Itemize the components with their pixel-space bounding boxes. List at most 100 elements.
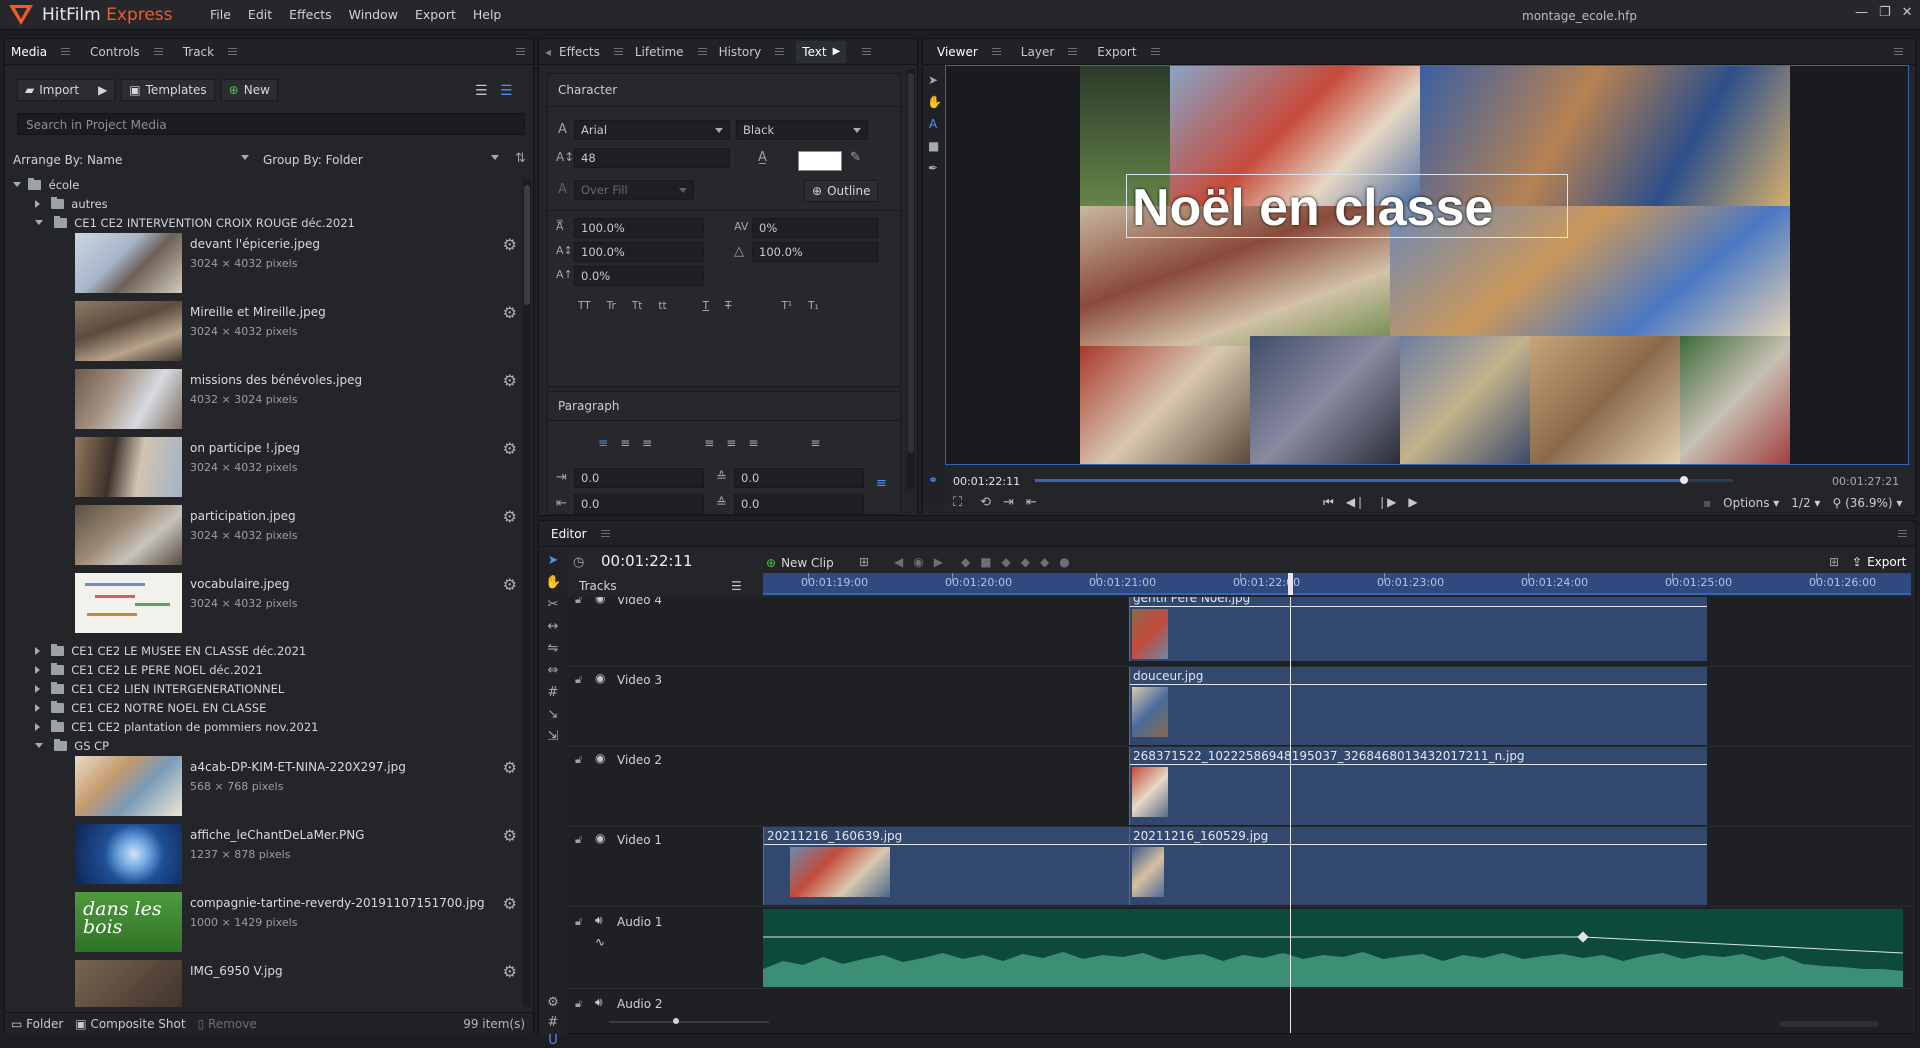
tracks-menu-icon[interactable]: ☰	[731, 579, 742, 593]
fullscreen-icon[interactable]: ⛶	[953, 495, 962, 510]
tab-controls[interactable]: Controls	[90, 45, 163, 59]
expand-icon[interactable]	[35, 703, 40, 712]
templates-button[interactable]: ▣ Templates	[121, 79, 215, 101]
viewer-canvas[interactable]: Noël en classe	[945, 65, 1909, 465]
menu-icon[interactable]	[600, 530, 610, 537]
title-case-button[interactable]: Tr	[607, 300, 616, 312]
keyframe-linear-icon[interactable]: ◆	[1002, 555, 1011, 569]
tab-editor[interactable]: Editor	[551, 527, 610, 541]
media-item[interactable]: dans les bois compagnie-tartine-reverdy-…	[75, 892, 517, 954]
play-icon[interactable]: ▶	[1408, 495, 1417, 510]
tab-text[interactable]: Text ▶	[796, 40, 847, 63]
folder-musee[interactable]: CE1 CE2 LE MUSEE EN CLASSE déc.2021	[35, 641, 306, 660]
tab-scroll-right-icon[interactable]: ▶	[833, 46, 841, 57]
hand-tool-icon[interactable]: ✋	[545, 575, 561, 590]
align-left-icon[interactable]: ≡	[598, 436, 608, 450]
import-button[interactable]: ▰ Import ▶	[17, 79, 116, 101]
underline-icon[interactable]: T	[703, 300, 709, 312]
clip[interactable]: 20211216_160529.jpg	[1129, 827, 1707, 905]
add-keyframe-icon[interactable]: ◉	[913, 555, 923, 569]
volume-envelope-icon[interactable]: ∿	[595, 935, 605, 949]
folder-lien[interactable]: CE1 CE2 LIEN INTERGENERATIONNEL	[35, 679, 284, 698]
gear-icon[interactable]: ⚙	[503, 439, 517, 458]
menu-file[interactable]: File	[210, 7, 231, 22]
pen-tool-icon[interactable]: ✒	[928, 161, 938, 175]
rate-stretch-icon[interactable]: ↘	[545, 707, 561, 722]
folder-pere-noel[interactable]: CE1 CE2 LE PERE NOEL déc.2021	[35, 660, 263, 679]
gear-icon[interactable]: ⚙	[503, 235, 517, 254]
menu-icon[interactable]	[61, 48, 71, 55]
indent-right-field[interactable]: 0.0	[574, 494, 704, 514]
horizontal-scale-field[interactable]: 100.0%	[574, 218, 704, 238]
in-point-icon[interactable]: ⇥	[1003, 495, 1014, 510]
justify-center-icon[interactable]: ≡	[726, 436, 736, 450]
lock-icon[interactable]: 🔓︎	[575, 673, 582, 687]
slide-tool-icon[interactable]: ⇋	[545, 641, 561, 656]
eye-icon[interactable]: ◉	[595, 751, 605, 765]
prev-keyframe-icon[interactable]: ◀	[894, 555, 903, 569]
menu-icon[interactable]	[697, 48, 707, 55]
tracking-field[interactable]: 0%	[752, 218, 878, 238]
go-to-start-icon[interactable]: ⏮	[1323, 495, 1334, 510]
export-button[interactable]: ⇪ Export	[1845, 552, 1913, 572]
expand-icon[interactable]	[35, 665, 40, 674]
search-input[interactable]: Search in Project Media	[17, 113, 525, 135]
media-item[interactable]: vocabulaire.jpeg 3024 × 4032 pixels ⚙	[75, 573, 517, 635]
all-caps-button[interactable]: TT	[578, 300, 591, 312]
title-overlay-text[interactable]: Noël en classe	[1132, 180, 1493, 236]
gear-icon[interactable]: ⚙	[503, 575, 517, 594]
align-center-icon[interactable]: ≡	[620, 436, 630, 450]
audio-clip[interactable]	[763, 909, 1903, 987]
new-clip-button[interactable]: ⊕ New Clip	[759, 553, 841, 573]
gear-icon[interactable]: ⚙	[503, 894, 517, 913]
fill-color-swatch[interactable]	[798, 151, 842, 171]
arrange-by-select[interactable]: Arrange By: Name	[13, 153, 253, 167]
media-item[interactable]: a4cab-DP-KIM-ET-NINA-220X297.jpg 568 × 7…	[75, 756, 517, 818]
panel-menu-icon[interactable]	[1894, 48, 1903, 55]
ripple-tool-icon[interactable]: ⇔	[545, 663, 561, 678]
keyframe-ease-icon[interactable]: ●	[1059, 555, 1069, 569]
panel-menu-icon[interactable]	[862, 48, 872, 55]
tab-export-viewer[interactable]: Export	[1097, 45, 1160, 59]
composite-shot-button[interactable]: ▣ Composite Shot	[75, 1017, 185, 1031]
fill-mode-select[interactable]: Over Fill	[574, 180, 694, 200]
list-view-icon[interactable]: ☰	[475, 83, 488, 99]
media-item[interactable]: IMG_6950 V.jpg ⚙	[75, 960, 517, 1007]
resolution-dropdown[interactable]: 1/2 ▾	[1791, 496, 1820, 510]
new-folder-button[interactable]: ▭ Folder	[11, 1017, 63, 1031]
folder-croix-rouge[interactable]: CE1 CE2 INTERVENTION CROIX ROUGE déc.202…	[35, 213, 355, 232]
lowercase-button[interactable]: tt	[658, 300, 666, 312]
media-item[interactable]: missions des bénévoles.jpeg 4032 × 3024 …	[75, 369, 517, 431]
media-item[interactable]: affiche_leChantDeLaMer.PNG 1237 × 878 pi…	[75, 824, 517, 886]
menu-export[interactable]: Export	[415, 7, 456, 22]
tab-track[interactable]: Track	[183, 45, 238, 59]
menu-effects[interactable]: Effects	[289, 7, 332, 22]
rectangle-tool-icon[interactable]: ■	[928, 139, 939, 153]
tab-media[interactable]: Media	[11, 45, 71, 59]
clip[interactable]: douceur.jpg	[1129, 667, 1707, 745]
keyframe-smooth-icon[interactable]: ◆	[1021, 555, 1030, 569]
eye-icon[interactable]: ◉	[595, 671, 605, 685]
expand-icon[interactable]	[35, 722, 40, 731]
select-tool-icon[interactable]: ➤	[928, 73, 938, 87]
lock-icon[interactable]: 🔓︎	[575, 753, 582, 767]
media-item[interactable]: Mireille et Mireille.jpeg 3024 × 4032 pi…	[75, 301, 517, 363]
font-weight-select[interactable]: Black	[736, 120, 868, 140]
indent-left-field[interactable]: 0.0	[574, 468, 704, 488]
keyframe-marker[interactable]	[1577, 931, 1589, 943]
collapse-icon[interactable]	[35, 220, 43, 225]
magnet-icon[interactable]: U	[545, 1033, 561, 1048]
viewer-settings-icon[interactable]: ▪	[1703, 496, 1711, 510]
font-size-field[interactable]: 48	[574, 148, 730, 168]
tab-lifetime[interactable]: Lifetime	[635, 45, 707, 59]
tab-history[interactable]: History	[719, 45, 785, 59]
menu-icon[interactable]	[153, 48, 163, 55]
lock-icon[interactable]: 🔓︎	[575, 833, 582, 847]
razor-tool-icon[interactable]: ✂	[545, 597, 561, 612]
subscript-icon[interactable]: T₁	[808, 300, 819, 312]
loop-icon[interactable]: ⟲	[980, 495, 991, 510]
gear-icon[interactable]: ⚙	[503, 962, 517, 981]
new-button[interactable]: ⊕ New	[220, 79, 278, 101]
panel-menu-icon[interactable]	[516, 48, 525, 55]
menu-icon[interactable]	[991, 48, 1001, 55]
